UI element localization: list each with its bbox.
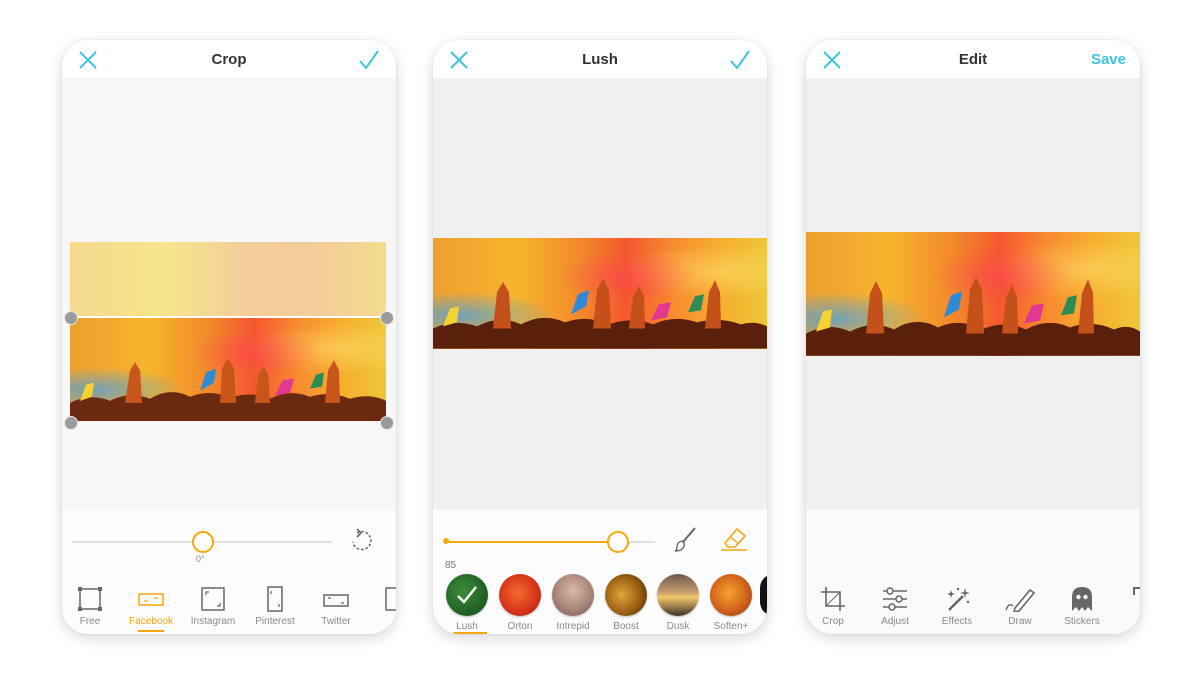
- pinterest-ratio-icon: [267, 586, 283, 612]
- crop-tool-label: Free: [79, 616, 101, 627]
- pencil-icon: [1005, 588, 1035, 612]
- instagram-ratio-icon: [201, 587, 225, 611]
- checkmark-icon[interactable]: [729, 49, 751, 71]
- crop-tool-label: Instagram: [190, 616, 236, 627]
- filter-dusk[interactable]: Dusk: [653, 574, 703, 632]
- brush-icon[interactable]: [673, 526, 699, 552]
- filter-canvas: [433, 78, 767, 510]
- crop-handle-bottom-right[interactable]: [380, 416, 394, 430]
- filter-label: Soften+: [713, 621, 749, 632]
- crop-tool-twitter[interactable]: Twitter: [306, 586, 366, 627]
- edit-tool-label: Crop: [822, 616, 844, 627]
- edit-tool-label: Stickers: [1064, 616, 1100, 627]
- crop-handle-top-left[interactable]: [64, 311, 78, 325]
- crop-edge-top[interactable]: [70, 316, 386, 318]
- intensity-slider-start: [443, 538, 449, 544]
- filter-label: Boost: [613, 621, 639, 632]
- more-ratio-icon[interactable]: [384, 586, 396, 612]
- crop-tool-pinterest[interactable]: Pinterest: [245, 586, 305, 627]
- edited-photo: [806, 232, 1140, 356]
- active-filter-underline: [453, 632, 487, 634]
- crop-tool-instagram[interactable]: Instagram: [183, 586, 243, 627]
- filter-orton[interactable]: Orton: [495, 574, 545, 632]
- edit-tool-draw[interactable]: Draw: [990, 586, 1050, 627]
- crop-icon: [821, 587, 845, 611]
- filter-label: Lush: [456, 621, 478, 632]
- crop-tool-label: Pinterest: [255, 616, 295, 627]
- filter-lush[interactable]: Lush: [442, 574, 492, 632]
- rotate-icon[interactable]: [349, 528, 375, 554]
- ghost-icon: [1072, 587, 1092, 611]
- crop-bottom-panel: 0° Free Facebook Instagram Pinterest Twi…: [62, 510, 396, 634]
- edit-tool-adjust[interactable]: Adjust: [865, 586, 925, 627]
- selected-checkmark-icon: [457, 586, 477, 604]
- crop-handle-bottom-left[interactable]: [64, 416, 78, 430]
- filter-thumbnail: [710, 574, 752, 616]
- filter-thumbnail: [552, 574, 594, 616]
- filter-intrepid[interactable]: Intrepid: [548, 574, 598, 632]
- raised-hands-graphic: [70, 358, 386, 421]
- twitter-ratio-icon: [323, 594, 349, 607]
- cropped-out-region: [70, 242, 386, 317]
- filter-bottom-panel: 85 Lush Orton Intrepid Boost Dusk Soften…: [433, 510, 767, 634]
- checkmark-icon[interactable]: [358, 49, 380, 71]
- intensity-slider-knob[interactable]: [607, 531, 629, 553]
- crop-screen: Crop 0° Free Facebook Instagram Pinteres…: [62, 40, 396, 634]
- crop-tool-facebook[interactable]: Facebook: [121, 586, 181, 627]
- crop-tool-free[interactable]: Free: [62, 586, 120, 627]
- free-crop-icon: [78, 587, 102, 611]
- active-tool-underline: [138, 630, 164, 632]
- edit-top-bar: Edit Save: [806, 40, 1140, 78]
- page-title: Crop: [211, 51, 247, 68]
- filter-thumbnail: [499, 574, 541, 616]
- edit-tool-stickers[interactable]: Stickers: [1052, 586, 1112, 627]
- filter-thumbnail: [657, 574, 699, 616]
- edit-tool-effects[interactable]: Effects: [927, 586, 987, 627]
- page-title: Edit: [958, 51, 988, 68]
- filtered-photo: [433, 238, 767, 349]
- filter-soften-plus[interactable]: Soften+: [706, 574, 756, 632]
- crop-canvas: [62, 78, 396, 510]
- filter-label: Dusk: [666, 621, 690, 632]
- eraser-icon[interactable]: [719, 526, 749, 552]
- filter-boost[interactable]: Boost: [601, 574, 651, 632]
- more-tools-icon[interactable]: [1133, 586, 1140, 596]
- filter-label: Intrepid: [556, 621, 590, 632]
- filter-label: Orton: [507, 621, 533, 632]
- crop-tool-label: Twitter: [321, 616, 351, 627]
- magic-wand-icon: [947, 587, 970, 611]
- edit-tool-crop[interactable]: Crop: [806, 586, 863, 627]
- rotation-slider-knob[interactable]: [192, 531, 214, 553]
- page-title: Lush: [582, 51, 618, 68]
- crop-photo: [70, 317, 386, 421]
- filter-thumbnail: [446, 574, 488, 616]
- rotation-value: 0°: [196, 554, 205, 564]
- filter-thumbnail: [605, 574, 647, 616]
- edit-canvas: [806, 78, 1140, 510]
- raised-hands-graphic: [433, 278, 767, 349]
- crop-top-bar: Crop: [62, 40, 396, 78]
- intensity-value: 85: [445, 560, 457, 571]
- edit-bottom-panel: Crop Adjust Effects Draw Stickers: [806, 510, 1140, 634]
- filter-next-thumbnail[interactable]: [760, 574, 767, 616]
- intensity-slider-fill: [445, 541, 617, 543]
- edit-tool-label: Adjust: [881, 616, 909, 627]
- save-button[interactable]: Save: [1091, 51, 1126, 68]
- filter-screen: Lush 85 Lush Orton Intrepid Boost Dusk S…: [433, 40, 767, 634]
- edit-screen: Edit Save Crop Adjust Effects Draw Stick…: [806, 40, 1140, 634]
- edit-tool-label: Effects: [941, 616, 973, 627]
- facebook-ratio-icon: [138, 593, 164, 606]
- raised-hands-graphic: [806, 277, 1140, 356]
- crop-handle-top-right[interactable]: [380, 311, 394, 325]
- sliders-icon: [883, 587, 907, 611]
- edit-tool-label: Draw: [1008, 616, 1032, 627]
- filter-top-bar: Lush: [433, 40, 767, 78]
- crop-tool-label: Facebook: [129, 616, 173, 627]
